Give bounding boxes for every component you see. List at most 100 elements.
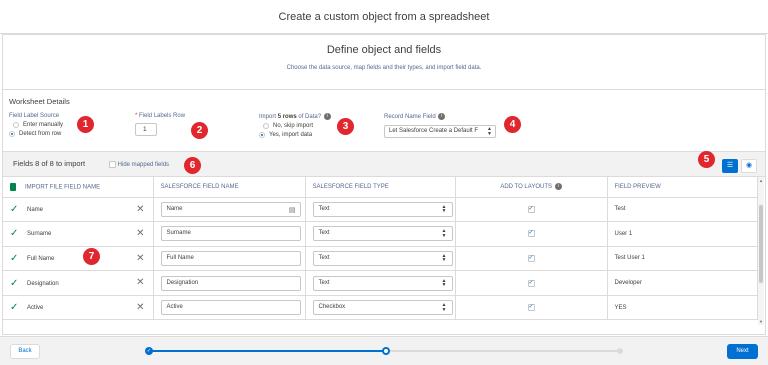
add-layout-cell: ✓ <box>455 221 608 247</box>
sf-type-cell: Text ▲ ▼ <box>305 197 456 223</box>
sf-type-value: Text <box>318 279 330 286</box>
remove-icon[interactable]: ✕ <box>136 302 144 313</box>
import-field-name: Active <box>27 305 44 312</box>
radio-import-data[interactable]: Yes, import data <box>259 132 331 139</box>
record-name-select[interactable]: Let Salesforce Create a Default F ▲ ▼ <box>384 125 496 139</box>
field-labels-row-group: * Field Labels Row 1 <box>135 113 185 136</box>
checkmark-icon: ✓ <box>10 302 19 314</box>
add-layout-cell: ✓ <box>455 246 608 272</box>
add-layout-checkbox[interactable]: ✓ <box>527 205 535 213</box>
intro-section: Define object and fields Choose the data… <box>0 44 768 71</box>
sf-name-cell: Active <box>153 295 306 321</box>
list-view-icon: ☰ <box>726 162 734 169</box>
import-field-name: Designation <box>27 280 59 287</box>
scroll-thumb[interactable] <box>759 205 763 283</box>
next-button[interactable]: Next <box>727 344 758 359</box>
hide-mapped-toggle[interactable]: Hide mapped fields <box>109 161 169 168</box>
sf-type-value: Checkbox <box>318 304 346 311</box>
remove-icon[interactable]: ✕ <box>136 253 144 264</box>
sf-name-cell: Designation <box>153 270 306 296</box>
back-button[interactable]: Back <box>10 344 40 359</box>
progress-step-3[interactable] <box>617 348 623 354</box>
preview-view-button[interactable]: ◉ <box>741 159 757 173</box>
radio-button[interactable] <box>13 122 19 128</box>
sf-name-input[interactable]: Full Name <box>160 250 301 266</box>
radio-button[interactable] <box>263 123 269 130</box>
table-row: ✓ Surname ✕ Surname Text ▲ ▼ ✓ User 1 <box>3 221 758 247</box>
radio-label: Enter manually <box>23 122 64 128</box>
sf-name-value: Surname <box>166 230 191 237</box>
info-icon[interactable]: i <box>554 183 562 191</box>
sf-type-select[interactable]: Text ▲ ▼ <box>312 275 453 291</box>
select-arrows-icon: ▲ ▼ <box>441 252 447 264</box>
callout-badge-5: 5 <box>698 151 715 168</box>
import-field-name: Surname <box>27 231 52 238</box>
preview-cell: Developer <box>607 270 758 296</box>
fields-toolbar: Fields 8 of 8 to import Hide mapped fiel… <box>3 151 765 177</box>
picklist-icon[interactable]: ▤ <box>289 204 296 217</box>
sf-type-select[interactable]: Text ▲ ▼ <box>312 201 453 217</box>
preview-cell: Test User 1 <box>607 246 758 272</box>
import-field-cell: ✓ Name ✕ <box>3 197 154 223</box>
sf-type-cell: Text ▲ ▼ <box>305 221 456 247</box>
sf-type-value: Text <box>318 254 330 261</box>
import-field-cell: ✓ Designation ✕ <box>3 270 154 296</box>
sf-name-input[interactable]: Designation <box>160 275 301 291</box>
record-name-label-text: Record Name Field <box>384 114 436 121</box>
scroll-down-icon[interactable]: ▼ <box>759 319 763 324</box>
column-header-add-layouts: ADD TO LAYOUTS i <box>455 177 608 198</box>
radio-label: No, skip import <box>273 123 314 130</box>
radio-button-selected[interactable] <box>259 132 265 139</box>
callout-badge-7: 7 <box>83 248 100 265</box>
import-field-cell: ✓ Surname ✕ <box>3 221 154 247</box>
field-label-source-group: Field Label Source Enter manually Detect… <box>9 113 63 137</box>
add-layout-checkbox[interactable]: ✓ <box>527 230 535 238</box>
section-divider <box>3 89 765 90</box>
preview-cell: User 1 <box>607 221 758 247</box>
add-layout-checkbox[interactable]: ✓ <box>527 254 535 262</box>
sf-name-value: Full Name <box>166 254 194 261</box>
sf-type-select[interactable]: Text ▲ ▼ <box>312 250 453 266</box>
remove-icon[interactable]: ✕ <box>136 277 144 288</box>
callout-badge-4: 4 <box>504 116 521 133</box>
table-row: ✓ Designation ✕ Designation Text ▲ ▼ ✓ Devel… <box>3 270 758 296</box>
list-view-button[interactable]: ☰ <box>722 159 738 173</box>
table-row: ✓ Full Name ✕ Full Name Text ▲ ▼ ✓ Test User… <box>3 246 758 272</box>
sf-name-input[interactable]: Active <box>160 300 301 316</box>
import-rows-label: Import 5 rows of Data? i <box>259 113 331 120</box>
radio-button-selected[interactable] <box>9 131 15 137</box>
field-labels-row-input[interactable]: 1 <box>135 123 157 136</box>
sf-type-value: Text <box>318 230 330 237</box>
table-header-row: IMPORT FILE FIELD NAME SALESFORCE FIELD … <box>3 177 758 198</box>
progress-step-2[interactable] <box>382 347 390 355</box>
field-mapping-table: IMPORT FILE FIELD NAME SALESFORCE FIELD … <box>3 177 758 321</box>
sf-name-value: Designation <box>166 279 199 286</box>
header-label: IMPORT FILE FIELD NAME <box>25 184 101 191</box>
column-header-preview: FIELD PREVIEW <box>607 177 758 198</box>
sf-name-input[interactable]: Name ▤ <box>160 201 301 217</box>
checkmark-icon: ✓ <box>10 277 19 289</box>
radio-detect-from-row[interactable]: Detect from row <box>9 131 63 137</box>
add-layout-checkbox[interactable]: ✓ <box>527 304 535 312</box>
worksheet-title: Worksheet Details <box>9 97 70 106</box>
table-row: ✓ Active ✕ Active Checkbox ▲ ▼ ✓ YES <box>3 295 758 321</box>
radio-skip-import[interactable]: No, skip import <box>263 123 331 130</box>
sf-name-input[interactable]: Surname <box>160 226 301 242</box>
sf-type-select[interactable]: Checkbox ▲ ▼ <box>312 300 453 316</box>
info-icon[interactable]: i <box>323 113 331 120</box>
remove-icon[interactable]: ✕ <box>136 204 144 215</box>
progress-step-1[interactable]: ✓ <box>145 347 153 355</box>
sf-type-cell: Text ▲ ▼ <box>305 246 456 272</box>
import-field-cell: ✓ Active ✕ <box>3 295 154 321</box>
add-layout-checkbox[interactable]: ✓ <box>527 279 535 287</box>
scroll-up-icon[interactable]: ▲ <box>759 178 763 183</box>
checkmark-icon: ✓ <box>10 203 19 215</box>
add-layout-cell: ✓ <box>455 295 608 321</box>
remove-icon[interactable]: ✕ <box>136 228 144 239</box>
info-icon[interactable]: i <box>438 113 446 120</box>
radio-enter-manually[interactable]: Enter manually <box>13 122 63 128</box>
sf-type-select[interactable]: Text ▲ ▼ <box>312 226 453 242</box>
table-scrollbar[interactable]: ▲ ▼ <box>758 177 764 325</box>
hide-mapped-checkbox[interactable] <box>109 161 116 168</box>
sf-name-value: Name <box>166 205 183 212</box>
